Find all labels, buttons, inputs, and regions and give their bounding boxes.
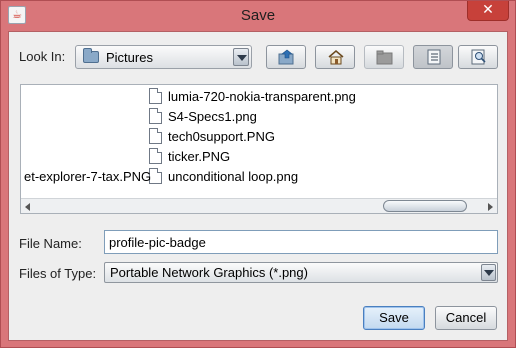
look-in-combo[interactable]: Pictures xyxy=(75,45,252,69)
list-view-icon xyxy=(427,49,441,65)
file-item[interactable]: unconditional loop.png xyxy=(149,168,379,186)
file-item[interactable]: S4-Specs1.png xyxy=(149,108,379,126)
files-of-type-value: Portable Network Graphics (*.png) xyxy=(110,265,308,280)
home-icon xyxy=(328,50,344,65)
file-icon xyxy=(149,108,162,124)
save-button[interactable]: Save xyxy=(363,306,425,330)
dialog-body: Look In: Pictures lumia-720-nokia-transp… xyxy=(8,31,508,341)
file-item[interactable]: lumia-720-nokia-transparent.png xyxy=(149,88,379,106)
horizontal-scrollbar[interactable] xyxy=(21,198,497,213)
scrollbar-thumb[interactable] xyxy=(383,200,467,212)
file-name-input[interactable] xyxy=(105,231,497,253)
title-bar[interactable]: ☕ Save ✕ xyxy=(1,1,515,31)
file-icon xyxy=(149,88,162,104)
scroll-right-icon[interactable] xyxy=(488,203,493,211)
look-in-label: Look In: xyxy=(19,49,66,64)
file-name-field[interactable] xyxy=(104,230,498,254)
chevron-down-icon[interactable] xyxy=(481,264,496,281)
file-item[interactable]: et-explorer-7-tax.PNG xyxy=(24,168,151,186)
window-title: Save xyxy=(240,7,276,24)
file-name-label: File Name: xyxy=(19,236,82,251)
file-list[interactable]: lumia-720-nokia-transparent.png S4-Specs… xyxy=(20,84,498,214)
new-folder-icon xyxy=(376,50,393,65)
new-folder-button[interactable] xyxy=(364,45,404,69)
cancel-button[interactable]: Cancel xyxy=(435,306,497,330)
details-view-icon xyxy=(471,49,486,65)
folder-icon xyxy=(83,48,99,63)
file-icon xyxy=(149,148,162,164)
save-dialog-window: ☕ Save ✕ Look In: Pictures lumia-720-nok… xyxy=(0,0,516,348)
file-icon xyxy=(149,128,162,144)
file-item[interactable]: ticker.PNG xyxy=(149,148,379,166)
file-item[interactable]: tech0support.PNG xyxy=(149,128,379,146)
scroll-left-icon[interactable] xyxy=(25,203,30,211)
look-in-value: Pictures xyxy=(106,50,153,65)
close-button[interactable]: ✕ xyxy=(467,1,509,21)
list-view-button[interactable] xyxy=(413,45,453,69)
up-one-level-icon xyxy=(278,49,294,65)
up-one-level-button[interactable] xyxy=(266,45,306,69)
details-view-button[interactable] xyxy=(458,45,498,69)
chevron-down-icon[interactable] xyxy=(233,48,249,66)
home-button[interactable] xyxy=(315,45,355,69)
files-of-type-label: Files of Type: xyxy=(19,266,97,281)
files-of-type-combo[interactable]: Portable Network Graphics (*.png) xyxy=(104,262,498,283)
